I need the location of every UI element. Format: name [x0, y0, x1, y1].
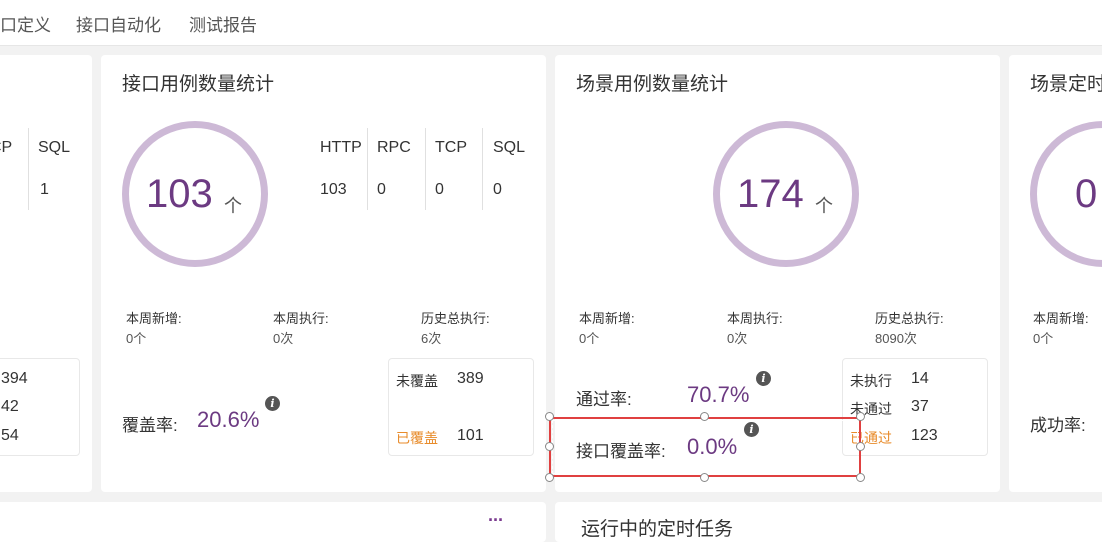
- covered-label: 已覆盖: [396, 430, 438, 446]
- protocol-value-tcp: 0: [435, 181, 444, 198]
- box-value: 54: [1, 427, 19, 444]
- covered-value: 101: [457, 427, 484, 444]
- weekly-exec-value: 0次: [727, 331, 748, 346]
- total-exec-value: 6次: [421, 331, 442, 346]
- resize-handle[interactable]: [545, 412, 554, 421]
- total-count: 103: [146, 172, 213, 216]
- not-run-label: 未执行: [850, 373, 892, 389]
- selection-box[interactable]: [549, 417, 861, 477]
- protocol-label-tcp: TCP: [435, 139, 467, 156]
- divider: [367, 128, 368, 210]
- nav-item-test-report[interactable]: 测试报告: [189, 11, 257, 36]
- uncovered-value: 389: [457, 370, 484, 387]
- protocol-value-rpc: 0: [377, 181, 386, 198]
- card-title: 场景用例数量统计: [576, 74, 729, 95]
- box-value: 42: [1, 398, 19, 415]
- nav-item-api-definition[interactable]: 口定义: [0, 11, 51, 36]
- total-ring: 0: [1030, 121, 1102, 267]
- interface-case-card: 接口用例数量统计 103 个 HTTP 103 RPC 0 TCP 0 SQL …: [101, 55, 546, 492]
- total-exec-label: 历史总执行:: [421, 311, 490, 326]
- weekly-exec-value: 0次: [273, 331, 294, 346]
- card-title: 场景定时: [1030, 74, 1102, 95]
- divider: [425, 128, 426, 210]
- partial-card-left: CP SQL 1 394 42 54: [0, 55, 92, 492]
- more-menu-icon[interactable]: ···: [488, 510, 504, 531]
- weekly-new-value: 0个: [579, 331, 600, 346]
- coverage-box: 未覆盖 389 已覆盖 101: [388, 358, 534, 456]
- protocol-label-sql: SQL: [493, 139, 526, 156]
- resize-handle[interactable]: [700, 473, 709, 482]
- total-count: 0: [1075, 172, 1098, 216]
- info-icon[interactable]: i: [265, 396, 280, 411]
- success-rate-label: 成功率:: [1030, 416, 1086, 435]
- total-ring: 103 个: [122, 121, 268, 267]
- protocol-value-sql: 1: [40, 181, 49, 198]
- result-box: 未执行 14 未通过 37 已通过 123: [842, 358, 988, 456]
- box-value: 394: [1, 370, 28, 387]
- count-unit: 个: [815, 196, 833, 216]
- nav-item-api-automation[interactable]: 接口自动化: [76, 11, 161, 36]
- resize-handle[interactable]: [545, 442, 554, 451]
- protocol-label-tcp: CP: [0, 139, 13, 156]
- top-nav: 口定义 接口自动化 测试报告: [0, 0, 1102, 46]
- pass-rate-label: 通过率:: [576, 390, 632, 409]
- failed-value: 37: [911, 398, 929, 415]
- card-title: 运行中的定时任务: [581, 519, 734, 540]
- not-run-value: 14: [911, 370, 929, 387]
- weekly-exec-label: 本周执行:: [273, 311, 329, 326]
- partial-coverage-box: 394 42 54: [0, 358, 80, 456]
- protocol-value-http: 103: [320, 181, 347, 198]
- resize-handle[interactable]: [545, 473, 554, 482]
- passed-value: 123: [911, 427, 938, 444]
- weekly-new-label: 本周新增:: [579, 311, 635, 326]
- bottom-card-left: ···: [0, 502, 546, 542]
- card-title: 接口用例数量统计: [122, 74, 275, 95]
- info-icon[interactable]: i: [756, 371, 771, 386]
- total-exec-label: 历史总执行:: [875, 311, 944, 326]
- weekly-new-value: 0个: [126, 331, 147, 346]
- divider: [28, 128, 29, 210]
- scenario-timed-card: 场景定时 0 本周新增: 0个 成功率:: [1009, 55, 1102, 492]
- protocol-label-rpc: RPC: [377, 139, 411, 156]
- weekly-exec-label: 本周执行:: [727, 311, 783, 326]
- weekly-new-value: 0个: [1033, 331, 1054, 346]
- protocol-value-sql: 0: [493, 181, 502, 198]
- uncovered-label: 未覆盖: [396, 373, 438, 389]
- protocol-label-http: HTTP: [320, 139, 362, 156]
- total-count: 174: [737, 172, 804, 216]
- resize-handle[interactable]: [856, 412, 865, 421]
- resize-handle[interactable]: [700, 412, 709, 421]
- total-ring: 174 个: [713, 121, 859, 267]
- pass-rate-value: 70.7%: [687, 382, 750, 407]
- coverage-value: 20.6%: [197, 407, 260, 432]
- running-tasks-card: 运行中的定时任务: [555, 502, 1102, 542]
- protocol-label-sql: SQL: [38, 139, 71, 156]
- resize-handle[interactable]: [856, 473, 865, 482]
- count-unit: 个: [224, 196, 242, 216]
- total-exec-value: 8090次: [875, 331, 917, 346]
- weekly-new-label: 本周新增:: [126, 311, 182, 326]
- resize-handle[interactable]: [856, 442, 865, 451]
- divider: [482, 128, 483, 210]
- coverage-label: 覆盖率:: [122, 416, 178, 435]
- weekly-new-label: 本周新增:: [1033, 311, 1089, 326]
